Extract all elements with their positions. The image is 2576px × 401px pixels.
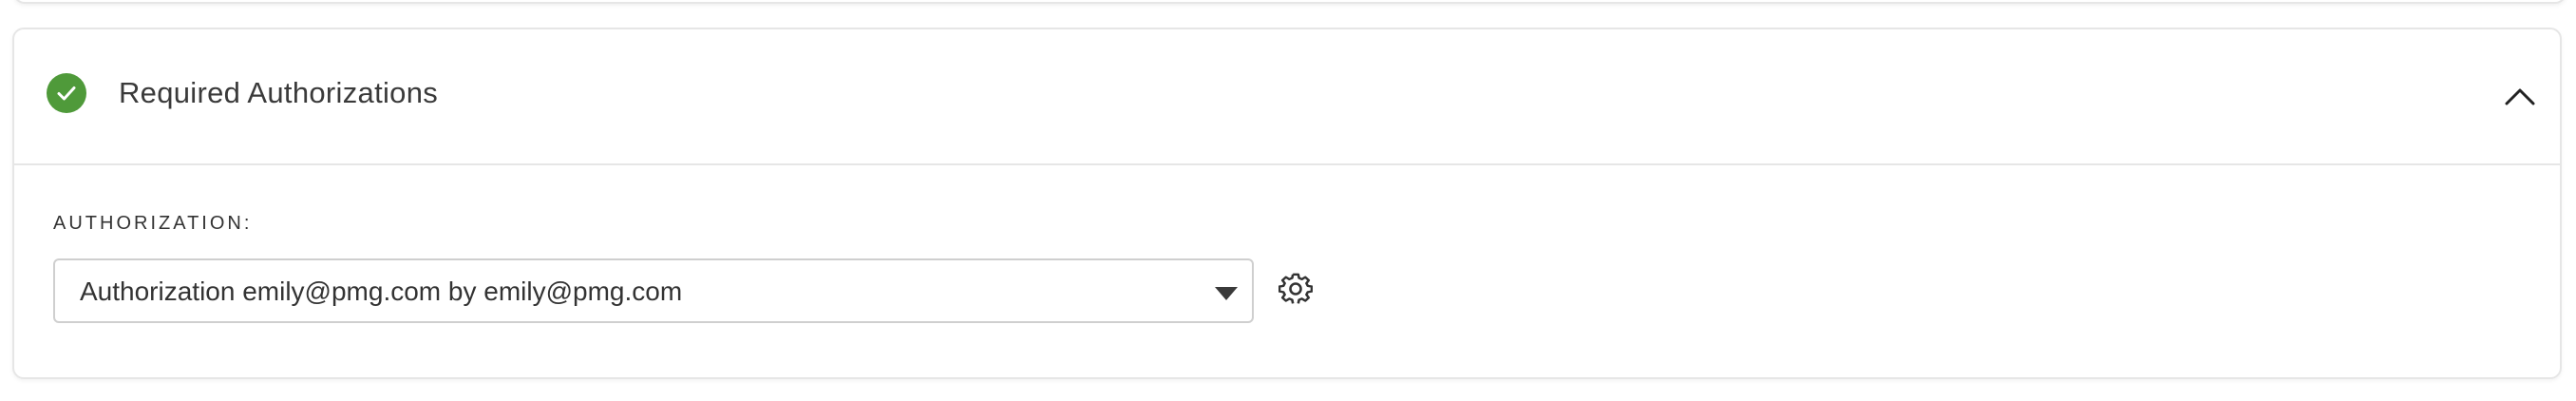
chevron-up-icon[interactable] [2501,83,2539,109]
caret-down-icon [1215,287,1238,300]
check-circle-icon [47,73,86,113]
authorization-label: AUTHORIZATION: [53,213,253,234]
authorization-selected-value: Authorization emily@pmg.com by emily@pmg… [80,277,683,306]
previous-card-bottom-edge [13,0,2567,4]
gear-icon[interactable] [1279,273,1313,307]
section-title: Required Authorizations [119,76,439,109]
required-authorizations-header[interactable]: Required Authorizations [14,29,2560,165]
authorization-select[interactable]: Authorization emily@pmg.com by emily@pmg… [53,258,1254,323]
required-authorizations-card: Required Authorizations AUTHORIZATION: A… [12,28,2562,379]
